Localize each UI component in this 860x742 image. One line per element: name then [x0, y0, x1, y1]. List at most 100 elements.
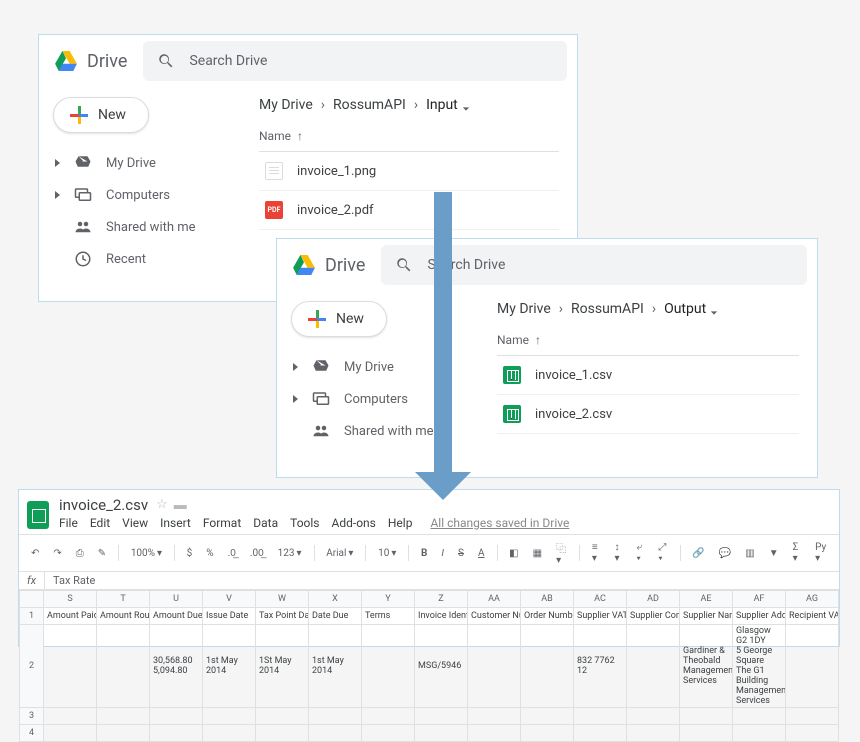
sidebar-item-shared[interactable]: Shared with me — [277, 415, 479, 447]
cell[interactable]: Glasgow G2 1DY 5 George Square The G1 Bu… — [733, 625, 786, 708]
cell[interactable] — [468, 708, 521, 725]
cell[interactable] — [150, 708, 203, 725]
cell[interactable] — [680, 708, 733, 725]
cell[interactable] — [44, 725, 97, 742]
row-num[interactable]: 3 — [20, 708, 44, 725]
italic-button[interactable]: I — [439, 546, 446, 561]
cell[interactable]: Amount Due — [150, 608, 203, 625]
spreadsheet-grid[interactable]: STUVWXYZAAABACADAEAFAG1Amount PaidAmount… — [19, 590, 839, 742]
cell[interactable]: Order Number — [521, 608, 574, 625]
cell[interactable] — [362, 708, 415, 725]
borders-button[interactable]: ▦ — [531, 546, 544, 561]
column-header[interactable]: Name ↑ — [259, 119, 559, 152]
paint-format-button[interactable]: ✎ — [96, 546, 108, 561]
chart-button[interactable]: ▥ — [743, 546, 756, 561]
sidebar-item-mydrive[interactable]: My Drive — [277, 351, 479, 383]
sidebar-item-recent[interactable]: Recent — [39, 243, 241, 275]
menu-data[interactable]: Data — [253, 516, 278, 530]
cell[interactable] — [203, 725, 256, 742]
row-num[interactable]: 2 — [20, 625, 44, 708]
search-input[interactable]: Search Drive — [143, 41, 567, 81]
row-num[interactable]: 4 — [20, 725, 44, 742]
folder-icon[interactable]: ▬ — [174, 497, 187, 513]
cell[interactable]: 1st May 2014 — [203, 625, 256, 708]
cell[interactable] — [256, 708, 309, 725]
col-header[interactable]: T — [97, 591, 150, 608]
cell[interactable] — [415, 725, 468, 742]
cell[interactable] — [733, 708, 786, 725]
star-icon[interactable]: ☆ — [156, 497, 168, 513]
bold-button[interactable]: B — [419, 546, 429, 561]
cell[interactable] — [150, 725, 203, 742]
cell[interactable] — [97, 725, 150, 742]
sidebar-item-mydrive[interactable]: My Drive — [39, 147, 241, 179]
percent-button[interactable]: % — [204, 546, 215, 561]
cell[interactable]: 832 7762 12 — [574, 625, 627, 708]
cell[interactable]: Tax Point Date — [256, 608, 309, 625]
cell[interactable] — [786, 725, 839, 742]
cell[interactable] — [627, 725, 680, 742]
cell[interactable] — [309, 708, 362, 725]
col-header[interactable]: AG — [786, 591, 839, 608]
formula-value[interactable]: Tax Rate — [45, 572, 103, 589]
cell[interactable]: 1st May 2014 — [309, 625, 362, 708]
cell[interactable]: Supplier VAT Number — [574, 608, 627, 625]
menu-tools[interactable]: Tools — [290, 516, 319, 530]
number-format-select[interactable]: 123 ▾ — [276, 546, 304, 561]
cell[interactable]: Terms — [362, 608, 415, 625]
cell[interactable] — [468, 725, 521, 742]
col-header[interactable]: V — [203, 591, 256, 608]
col-header[interactable]: AA — [468, 591, 521, 608]
strike-button[interactable]: S — [456, 546, 466, 561]
col-header[interactable]: S — [44, 591, 97, 608]
cell[interactable]: 30,568.80 5,094.80 — [150, 625, 203, 708]
col-header[interactable]: AF — [733, 591, 786, 608]
cell[interactable]: Date Due — [309, 608, 362, 625]
new-button[interactable]: New — [53, 97, 149, 133]
col-header[interactable]: AE — [680, 591, 733, 608]
cell[interactable] — [309, 725, 362, 742]
cell[interactable] — [627, 708, 680, 725]
sidebar-item-computers[interactable]: Computers — [277, 383, 479, 415]
filter-button[interactable]: ▼ — [767, 546, 781, 561]
addons-toolbar-button[interactable]: Py ▾ — [813, 540, 829, 566]
crumb[interactable]: My Drive — [497, 301, 551, 317]
col-header[interactable]: Z — [415, 591, 468, 608]
cell[interactable]: Amount Rounding — [97, 608, 150, 625]
col-header[interactable]: X — [309, 591, 362, 608]
crumb-current[interactable]: Input — [426, 97, 470, 113]
cell[interactable]: 1St May 2014 — [256, 625, 309, 708]
zoom-select[interactable]: 100% ▾ — [129, 546, 164, 561]
currency-button[interactable]: $ — [185, 546, 195, 561]
cell[interactable] — [786, 708, 839, 725]
col-header[interactable]: AB — [521, 591, 574, 608]
undo-button[interactable]: ↶ — [29, 546, 41, 561]
cell[interactable] — [521, 725, 574, 742]
cell[interactable] — [574, 725, 627, 742]
new-button[interactable]: New — [291, 301, 387, 337]
file-row[interactable]: PDF invoice_2.pdf — [259, 191, 559, 230]
column-header[interactable]: Name ↑ — [497, 323, 799, 356]
doc-title[interactable]: invoice_2.csv — [59, 496, 148, 514]
halign-button[interactable]: ≡ ▾ — [590, 540, 603, 566]
cell[interactable]: Supplier Name — [680, 608, 733, 625]
rotate-button[interactable]: ⤢ ▾ — [656, 540, 669, 566]
wrap-button[interactable]: ⤶ ▾ — [634, 540, 646, 566]
merge-button[interactable]: ⿻ ▾ — [554, 538, 569, 568]
col-header[interactable]: Y — [362, 591, 415, 608]
font-select[interactable]: Arial ▾ — [324, 546, 355, 561]
redo-button[interactable]: ↷ — [51, 546, 63, 561]
cell[interactable] — [415, 708, 468, 725]
cell[interactable] — [521, 625, 574, 708]
cell[interactable] — [362, 725, 415, 742]
functions-button[interactable]: Σ ▾ — [791, 540, 803, 566]
crumb-current[interactable]: Output — [664, 301, 718, 317]
menu-insert[interactable]: Insert — [160, 516, 191, 530]
menu-edit[interactable]: Edit — [90, 516, 110, 530]
valign-button[interactable]: ↕ ▾ — [612, 540, 624, 566]
cell[interactable]: Supplier Company ID — [627, 608, 680, 625]
sidebar-item-shared[interactable]: Shared with me — [39, 211, 241, 243]
menu-view[interactable]: View — [122, 516, 148, 530]
crumb[interactable]: RossumAPI — [571, 301, 644, 317]
cell[interactable]: Gardiner & Theobald Management Services — [680, 625, 733, 708]
